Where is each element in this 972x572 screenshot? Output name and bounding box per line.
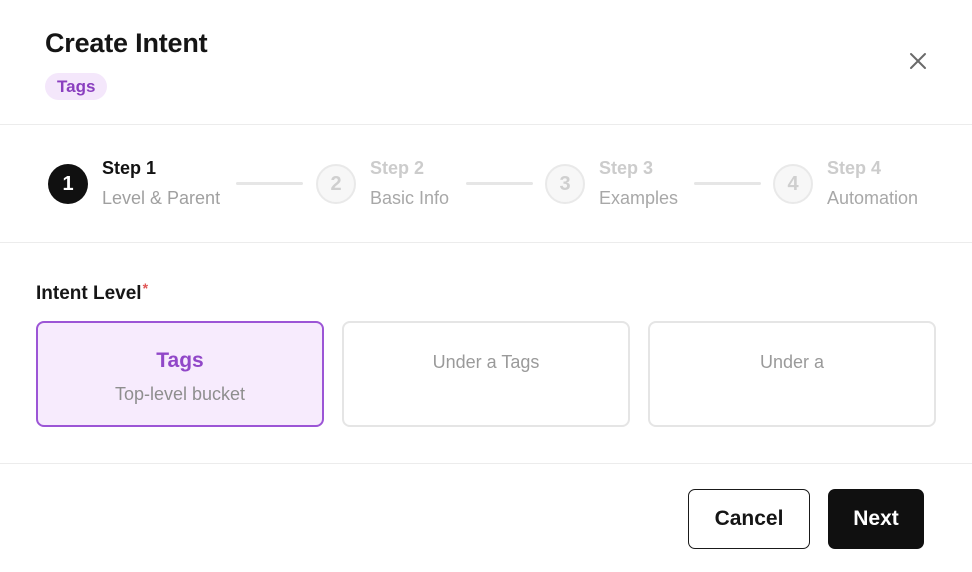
next-button[interactable]: Next	[828, 489, 924, 549]
option-under-a[interactable]: Under a	[648, 321, 936, 427]
close-button[interactable]	[902, 45, 934, 77]
create-intent-dialog: Create Intent Tags 1 Step 1 Level & Pare…	[0, 0, 972, 572]
option-under-a-title: Under a	[759, 352, 825, 372]
option-tags-subtitle: Top-level bucket	[114, 384, 246, 404]
step-2-title: Step 2	[370, 158, 425, 178]
step-1-title: Step 1	[102, 158, 157, 178]
stepper: 1 Step 1 Level & Parent 2 Step 2 Basic I…	[0, 125, 972, 243]
required-marker: *	[142, 280, 149, 296]
step-1-circle: 1	[48, 164, 88, 204]
step-2-subtitle: Basic Info	[370, 188, 450, 208]
step-4-subtitle: Automation	[827, 188, 919, 208]
cancel-button[interactable]: Cancel	[688, 489, 810, 549]
intent-level-label-text: Intent Level	[36, 283, 142, 304]
dialog-header: Create Intent Tags	[0, 0, 972, 125]
step-4-title: Step 4	[827, 158, 882, 178]
dialog-title: Create Intent	[45, 28, 208, 58]
step-3-subtitle: Examples	[599, 188, 679, 208]
step-connector	[466, 182, 533, 185]
option-tags-title: Tags	[156, 349, 204, 372]
dialog-footer	[0, 463, 972, 572]
intent-type-badge: Tags	[45, 73, 108, 100]
option-under-a-tags[interactable]: Under a Tags	[342, 321, 630, 427]
step-2-circle: 2	[316, 164, 356, 204]
option-under-a-tags-title: Under a Tags	[432, 352, 540, 372]
step-connector	[236, 182, 303, 185]
step-4-circle: 4	[773, 164, 813, 204]
intent-level-label: Intent Level*	[36, 280, 149, 305]
step-3-circle: 3	[545, 164, 585, 204]
close-icon	[910, 53, 926, 69]
option-tags[interactable]: Tags Top-level bucket	[36, 321, 324, 427]
step-1-subtitle: Level & Parent	[102, 188, 221, 208]
step-connector	[694, 182, 761, 185]
step-3-title: Step 3	[599, 158, 654, 178]
